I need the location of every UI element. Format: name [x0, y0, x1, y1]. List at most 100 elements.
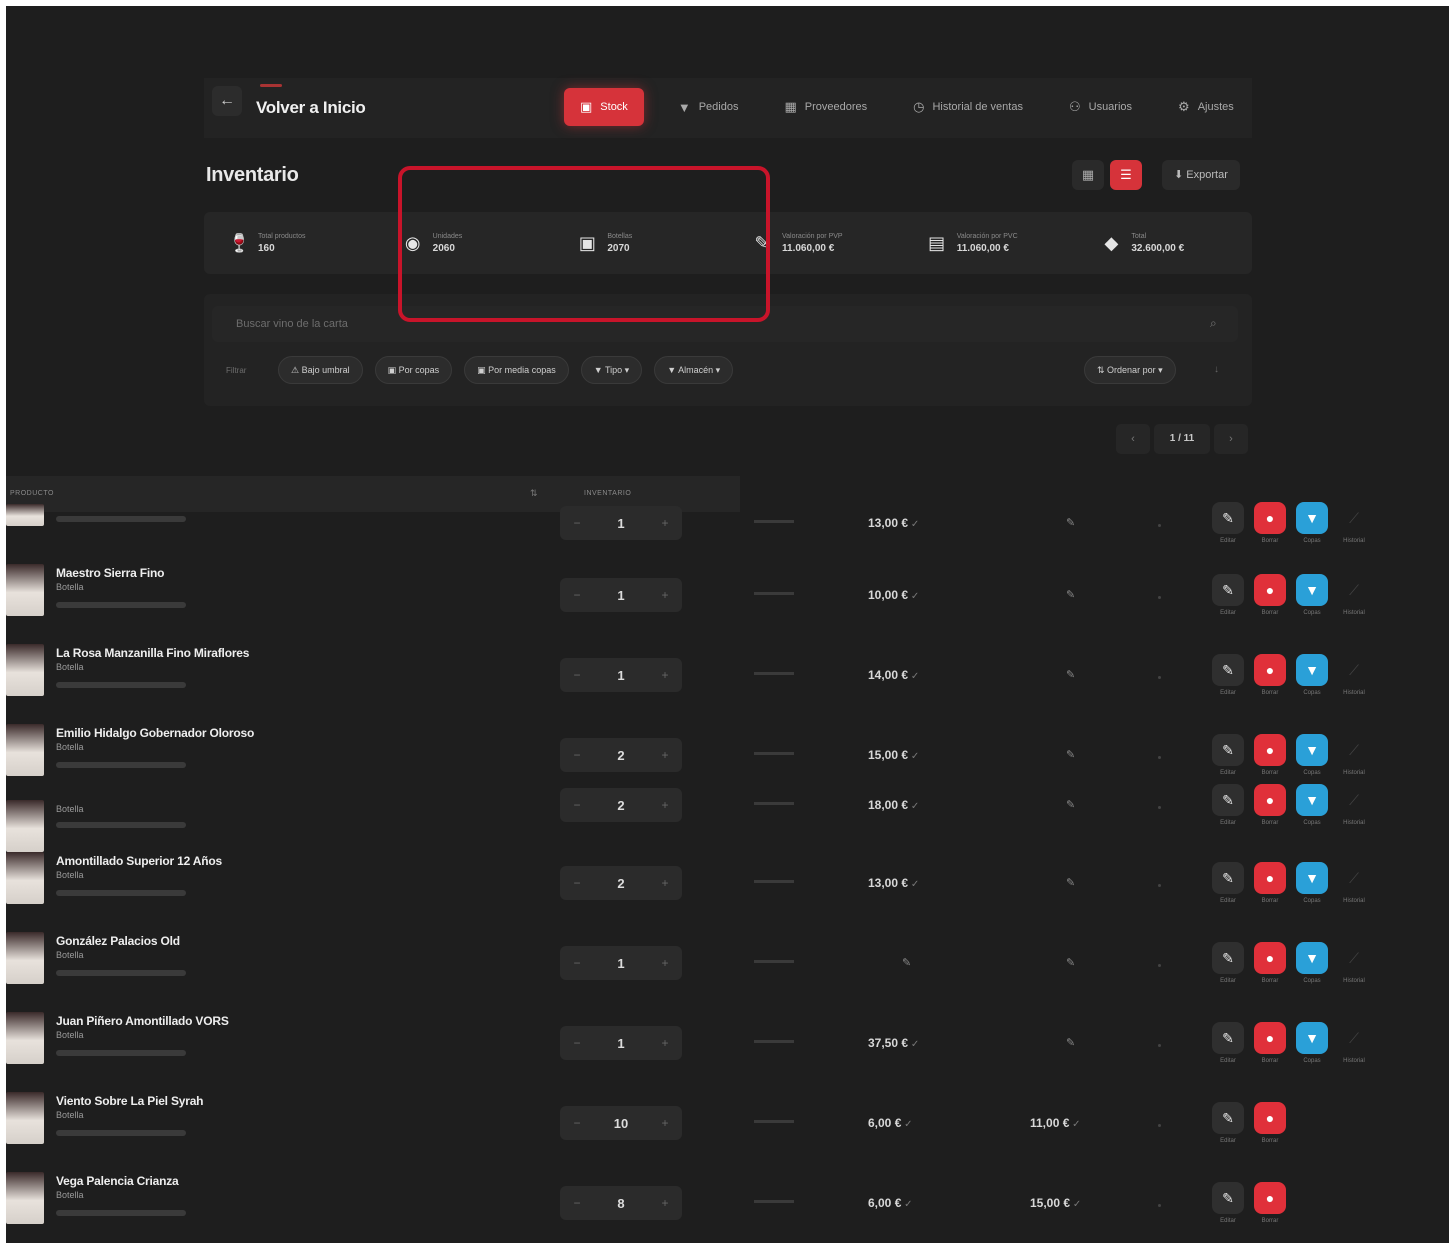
plus-icon[interactable]: +: [648, 1036, 682, 1050]
pencil-icon[interactable]: ✎: [902, 956, 911, 969]
pencil-icon[interactable]: ✎: [1212, 654, 1244, 686]
quantity-stepper[interactable]: − 2 +: [560, 738, 682, 772]
glass-button[interactable]: ▼ Copas: [1296, 1022, 1328, 1064]
history-button[interactable]: ⟋ Historial: [1338, 574, 1370, 616]
history-button[interactable]: ⟋ Historial: [1338, 502, 1370, 544]
wine-glass-icon[interactable]: ▼: [1296, 862, 1328, 894]
pencil-icon[interactable]: ✎: [1212, 502, 1244, 534]
wine-glass-icon[interactable]: ▼: [1296, 654, 1328, 686]
list-view-icon[interactable]: ☰: [1110, 160, 1142, 190]
pencil-icon[interactable]: ✎: [1212, 862, 1244, 894]
wine-glass-icon[interactable]: ▼: [1296, 574, 1328, 606]
minus-icon[interactable]: −: [560, 588, 594, 602]
pencil-icon[interactable]: ✎: [1066, 588, 1075, 601]
pencil-icon[interactable]: ✓: [908, 671, 919, 682]
trash-icon[interactable]: ●: [1254, 1182, 1286, 1214]
history-button[interactable]: ⟋ Historial: [1338, 862, 1370, 904]
nav-pedidos[interactable]: ▼ Pedidos: [666, 88, 751, 126]
edit-button[interactable]: ✎ Editar: [1212, 502, 1244, 544]
sort-dropdown[interactable]: ⇅ Ordenar por ▾: [1084, 356, 1176, 384]
price-botella[interactable]: 15,00 € ✓: [1030, 1196, 1081, 1210]
pencil-icon[interactable]: ✓: [901, 1199, 912, 1210]
pencil-icon[interactable]: ✎: [1066, 668, 1075, 681]
history-icon[interactable]: ⟋: [1338, 734, 1370, 766]
wine-glass-icon[interactable]: ▼: [1296, 784, 1328, 816]
pencil-icon[interactable]: ✎: [1066, 516, 1075, 529]
sort-direction-icon[interactable]: ↓: [1214, 364, 1219, 375]
price-copa[interactable]: 18,00 € ✓: [868, 798, 919, 812]
history-icon[interactable]: ⟋: [1338, 784, 1370, 816]
plus-icon[interactable]: +: [648, 956, 682, 970]
pencil-icon[interactable]: ✓: [1069, 1119, 1080, 1130]
product-name[interactable]: Viento Sobre La Piel Syrah: [56, 1094, 203, 1108]
glass-button[interactable]: ▼ Copas: [1296, 784, 1328, 826]
pencil-icon[interactable]: ✓: [908, 751, 919, 762]
glass-button[interactable]: ▼ Copas: [1296, 574, 1328, 616]
product-name[interactable]: Juan Piñero Amontillado VORS: [56, 1014, 229, 1028]
pencil-icon[interactable]: ✎: [1212, 1102, 1244, 1134]
chip-por-copas[interactable]: ▣ Por copas: [374, 356, 453, 384]
trash-icon[interactable]: ●: [1254, 574, 1286, 606]
price-copa[interactable]: 14,00 € ✓: [868, 668, 919, 682]
edit-button[interactable]: ✎ Editar: [1212, 942, 1244, 984]
pencil-icon[interactable]: ✎: [1212, 1182, 1244, 1214]
wine-glass-icon[interactable]: ▼: [1296, 1022, 1328, 1054]
product-name[interactable]: Amontillado Superior 12 Años: [56, 854, 222, 868]
history-icon[interactable]: ⟋: [1338, 654, 1370, 686]
product-name[interactable]: Vega Palencia Crianza: [56, 1174, 179, 1188]
price-copa[interactable]: 10,00 € ✓: [868, 588, 919, 602]
nav-stock[interactable]: ▣ Stock: [564, 88, 644, 126]
edit-button[interactable]: ✎ Editar: [1212, 574, 1244, 616]
quantity-stepper[interactable]: − 2 +: [560, 866, 682, 900]
glass-button[interactable]: ▼ Copas: [1296, 862, 1328, 904]
history-button[interactable]: ⟋ Historial: [1338, 1022, 1370, 1064]
price-copa[interactable]: 37,50 € ✓: [868, 1036, 919, 1050]
pencil-icon[interactable]: ✓: [908, 801, 919, 812]
plus-icon[interactable]: +: [648, 748, 682, 762]
export-button[interactable]: ⬇ Exportar: [1162, 160, 1240, 190]
trash-icon[interactable]: ●: [1254, 1022, 1286, 1054]
trash-icon[interactable]: ●: [1254, 942, 1286, 974]
edit-button[interactable]: ✎ Editar: [1212, 1102, 1244, 1144]
plus-icon[interactable]: +: [648, 798, 682, 812]
delete-button[interactable]: ● Borrar: [1254, 1182, 1286, 1224]
price-copa[interactable]: 15,00 € ✓: [868, 748, 919, 762]
quantity-stepper[interactable]: − 1 +: [560, 1026, 682, 1060]
delete-button[interactable]: ● Borrar: [1254, 654, 1286, 696]
minus-icon[interactable]: −: [560, 1036, 594, 1050]
quantity-stepper[interactable]: − 10 +: [560, 1106, 682, 1140]
product-name[interactable]: Emilio Hidalgo Gobernador Oloroso: [56, 726, 254, 740]
pencil-icon[interactable]: ✓: [908, 591, 919, 602]
trash-icon[interactable]: ●: [1254, 654, 1286, 686]
delete-button[interactable]: ● Borrar: [1254, 862, 1286, 904]
plus-icon[interactable]: +: [648, 668, 682, 682]
quantity-stepper[interactable]: − 2 +: [560, 788, 682, 822]
quantity-stepper[interactable]: − 1 +: [560, 506, 682, 540]
delete-button[interactable]: ● Borrar: [1254, 574, 1286, 616]
edit-button[interactable]: ✎ Editar: [1212, 1182, 1244, 1224]
pencil-icon[interactable]: ✓: [1070, 1199, 1081, 1210]
trash-icon[interactable]: ●: [1254, 1102, 1286, 1134]
history-button[interactable]: ⟋ Historial: [1338, 734, 1370, 776]
trash-icon[interactable]: ●: [1254, 502, 1286, 534]
chip-tipo[interactable]: ▼ Tipo ▾: [580, 356, 643, 384]
pencil-icon[interactable]: ✎: [1212, 942, 1244, 974]
grid-view-icon[interactable]: ▦: [1072, 160, 1104, 190]
glass-button[interactable]: ▼ Copas: [1296, 502, 1328, 544]
trash-icon[interactable]: ●: [1254, 734, 1286, 766]
minus-icon[interactable]: −: [560, 798, 594, 812]
pencil-icon[interactable]: ✎: [1066, 1036, 1075, 1049]
price-copa[interactable]: 6,00 € ✓: [868, 1116, 913, 1130]
pencil-icon[interactable]: ✎: [1212, 784, 1244, 816]
quantity-stepper[interactable]: − 1 +: [560, 658, 682, 692]
history-button[interactable]: ⟋ Historial: [1338, 654, 1370, 696]
prev-page-button[interactable]: ‹: [1116, 424, 1150, 454]
pencil-icon[interactable]: ✎: [1066, 798, 1075, 811]
product-name[interactable]: La Rosa Manzanilla Fino Miraflores: [56, 646, 249, 660]
chip-por-media-copas[interactable]: ▣ Por media copas: [464, 356, 569, 384]
nav-usuarios[interactable]: ⚇ Usuarios: [1057, 88, 1144, 126]
plus-icon[interactable]: +: [648, 516, 682, 530]
trash-icon[interactable]: ●: [1254, 784, 1286, 816]
edit-button[interactable]: ✎ Editar: [1212, 784, 1244, 826]
delete-button[interactable]: ● Borrar: [1254, 784, 1286, 826]
